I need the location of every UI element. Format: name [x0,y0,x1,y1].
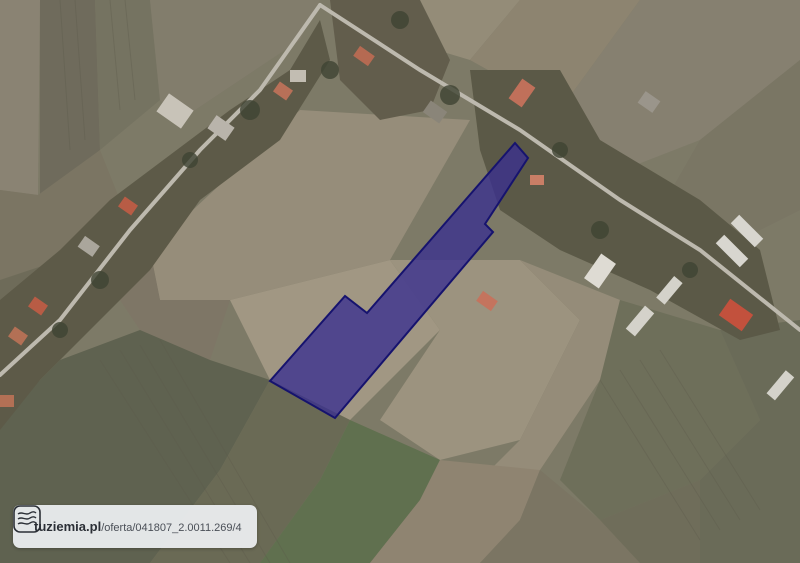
satellite-map[interactable]: tuziemia.pl/oferta/041807_2.0011.269/4 [0,0,800,563]
source-badge[interactable]: tuziemia.pl/oferta/041807_2.0011.269/4 [13,505,257,548]
badge-text: tuziemia.pl/oferta/041807_2.0011.269/4 [34,518,242,536]
site-name: tuziemia.pl [34,518,102,534]
offer-reference: /oferta/041807_2.0011.269/4 [101,521,242,534]
topographic-contour-logo-icon [13,505,41,533]
map-imagery [0,0,800,563]
